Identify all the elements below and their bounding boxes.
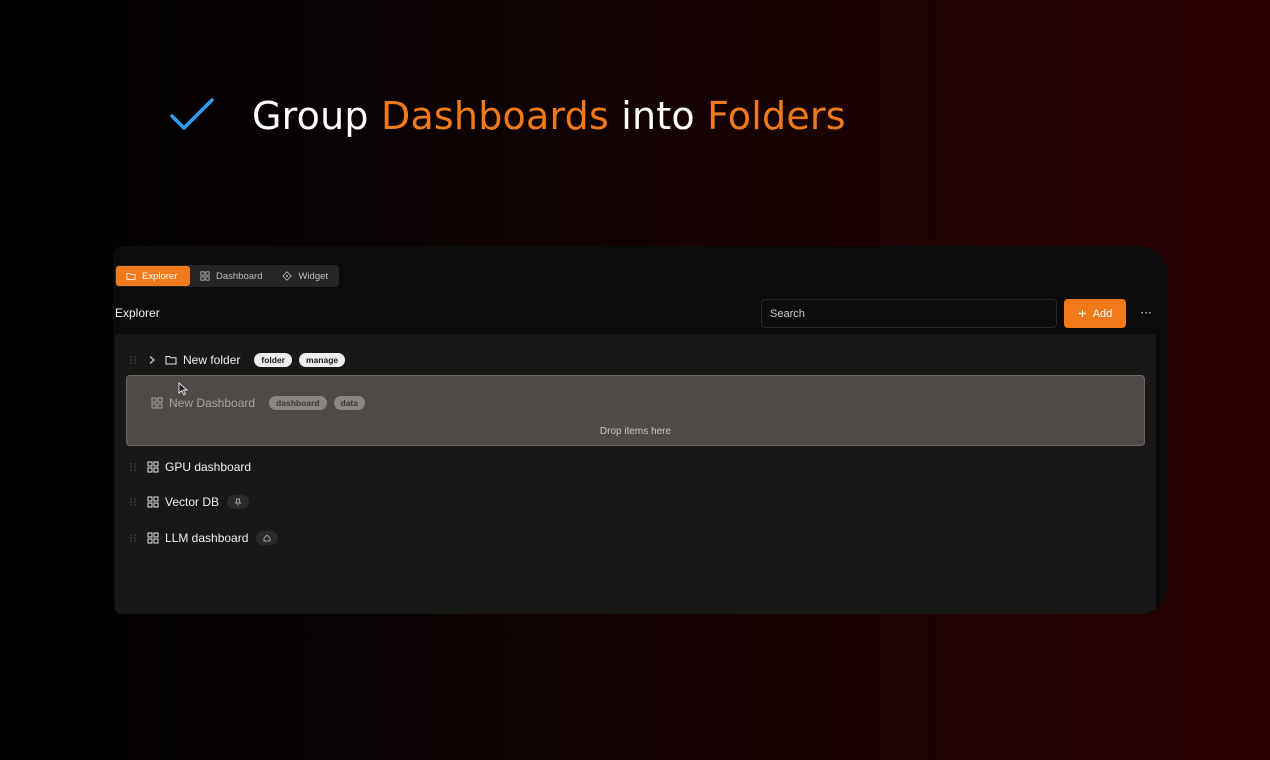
page-title: Explorer <box>115 306 160 320</box>
widget-icon <box>282 271 293 281</box>
headline-word: into <box>621 94 695 138</box>
tab-label: Explorer <box>142 270 178 282</box>
add-button[interactable]: Add <box>1064 299 1126 328</box>
drag-handle-icon[interactable] <box>129 497 137 507</box>
search-input[interactable] <box>761 299 1057 328</box>
headline-accent-word: Folders <box>707 94 846 138</box>
item-label: GPU dashboard <box>165 460 252 474</box>
drop-zone[interactable]: New Dashboard dashboard data Drop items … <box>126 375 1145 446</box>
item-label: Vector DB <box>165 495 220 509</box>
tag-badge: data <box>333 396 365 410</box>
drop-hint: Drop items here <box>599 426 672 437</box>
grid-icon <box>200 271 210 281</box>
dashboard-icon <box>147 532 159 544</box>
drag-handle-icon[interactable] <box>129 355 137 365</box>
check-icon <box>170 98 214 130</box>
chevron-right-icon[interactable] <box>147 355 157 365</box>
dashboard-icon <box>151 397 163 409</box>
cursor-icon <box>178 382 189 396</box>
folder-label: New folder <box>183 353 241 367</box>
drag-handle-icon[interactable] <box>129 533 137 543</box>
tree-item-row[interactable]: GPU dashboard <box>115 456 265 478</box>
tree-folder-row[interactable]: New folder folder manage <box>115 349 352 371</box>
pin-icon <box>234 498 242 506</box>
pinned-badge[interactable] <box>227 495 250 509</box>
add-button-label: Add <box>1092 307 1113 320</box>
tag-badge: manage <box>298 353 346 367</box>
tab-label: Dashboard <box>216 270 263 282</box>
tab-dashboard[interactable]: Dashboard <box>190 266 272 286</box>
headline-word: Group <box>252 94 369 138</box>
home-icon <box>263 534 271 542</box>
tag-badge: dashboard <box>269 396 327 410</box>
tree-item-row[interactable]: LLM dashboard <box>115 527 279 549</box>
dragging-item[interactable]: New Dashboard dashboard data <box>151 393 372 413</box>
home-badge[interactable] <box>256 531 279 545</box>
plus-icon <box>1078 309 1086 318</box>
headline-text: Group Dashboards into Folders <box>252 94 846 138</box>
tree-item-row[interactable]: Vector DB <box>115 491 250 513</box>
tab-label: Widget <box>298 270 329 282</box>
app-window: Explorer Dashboard Widget Explorer Add ·… <box>113 246 1168 614</box>
dashboard-icon <box>147 461 159 473</box>
headline: Group Dashboards into Folders <box>170 88 846 144</box>
tab-explorer[interactable]: Explorer <box>116 266 190 286</box>
tag-badge: folder <box>254 353 292 367</box>
tab-widget[interactable]: Widget <box>272 266 338 286</box>
item-label: LLM dashboard <box>165 531 249 545</box>
folder-icon <box>165 356 177 365</box>
explorer-tree: New folder folder manage New Dashboard d… <box>115 334 1156 614</box>
view-tabs: Explorer Dashboard Widget <box>115 265 340 287</box>
folder-icon <box>126 273 136 280</box>
headline-accent-word: Dashboards <box>380 94 609 138</box>
drag-handle-icon[interactable] <box>129 462 137 472</box>
dashboard-icon <box>147 496 159 508</box>
more-options-button[interactable]: ··· <box>1137 302 1155 324</box>
dragging-item-label: New Dashboard <box>169 396 256 410</box>
